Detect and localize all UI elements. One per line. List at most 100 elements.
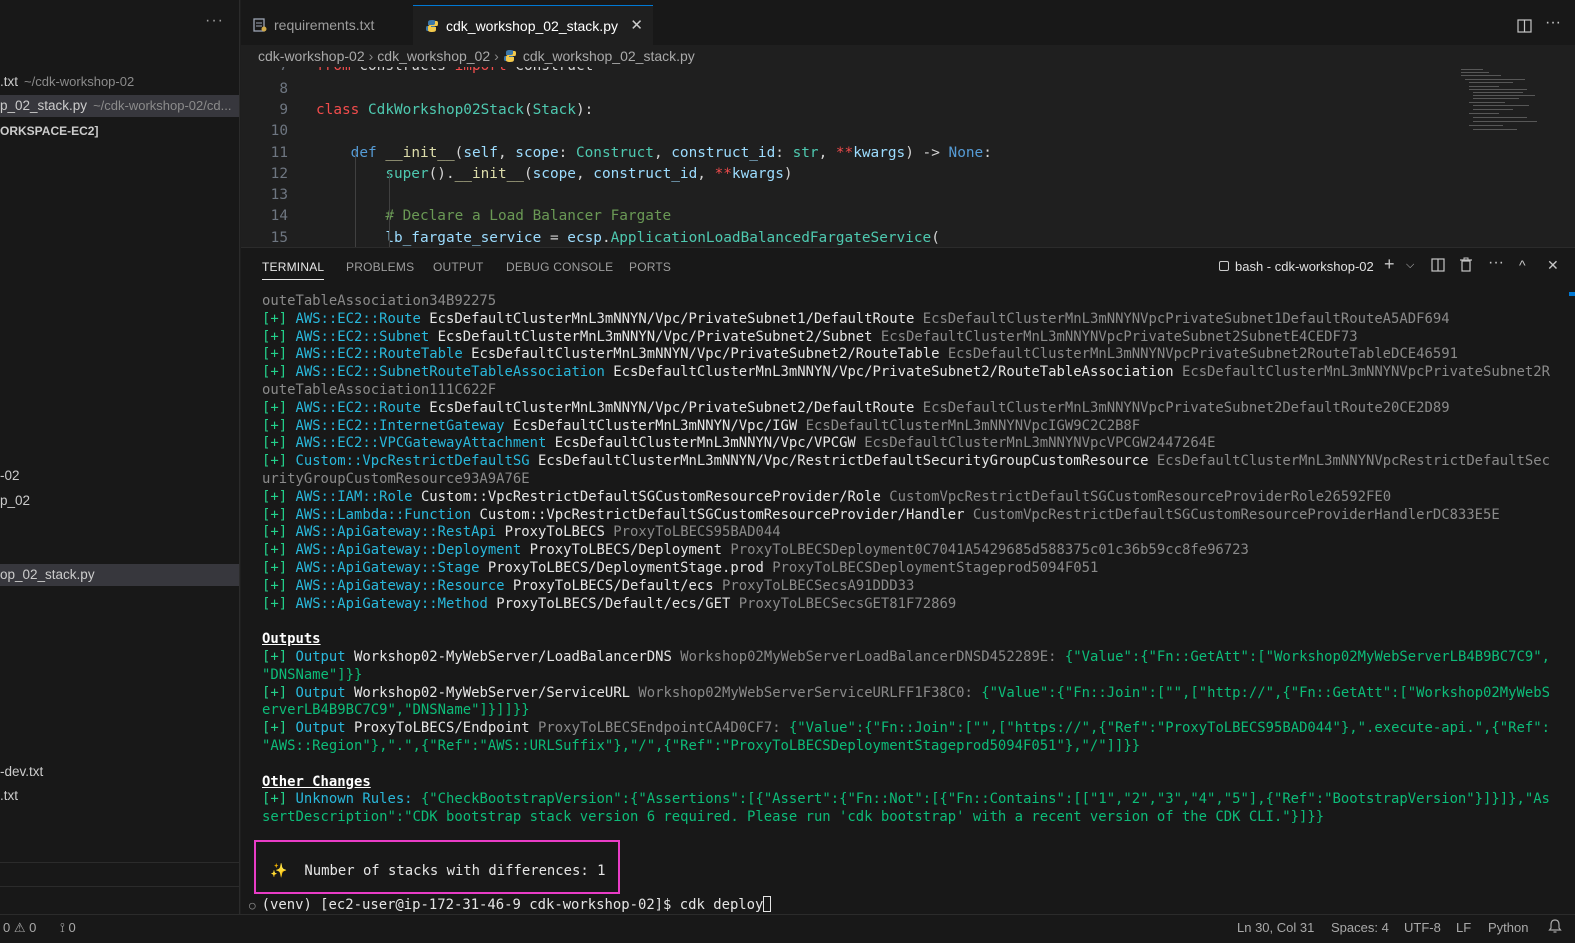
terminal-line: [+] AWS::ApiGateway::RestApi ProxyToLBEC…	[262, 524, 781, 541]
warning-icon: ⚠	[13, 920, 26, 935]
terminal-line: [+] AWS::ApiGateway::Stage ProxyToLBECS/…	[262, 559, 1099, 576]
file-item[interactable]: .txt	[0, 785, 239, 807]
tab-stack-py[interactable]: cdk_workshop_02_stack.py ✕	[413, 5, 653, 45]
more-actions-icon[interactable]: ···	[1488, 254, 1504, 272]
terminal-line: "AWS::Region"},".",{"Ref":"AWS::URLSuffi…	[262, 737, 1141, 754]
breadcrumb: cdk-workshop-02 › cdk_workshop_02 › cdk_work…	[241, 45, 1575, 67]
sidebar-more-actions[interactable]: ···	[205, 12, 224, 30]
python-icon	[503, 50, 516, 62]
terminal-scrollbar[interactable]	[1569, 292, 1575, 296]
file-label: .txt	[0, 74, 19, 89]
terminal-line: outeTableAssociation34B92275	[262, 293, 497, 309]
split-editor-icon[interactable]	[1517, 19, 1532, 33]
outputs-heading: Outputs	[262, 631, 321, 648]
terminal-icon	[1219, 261, 1229, 271]
sidebar-divider	[0, 886, 239, 887]
line-number: 12	[270, 166, 288, 182]
terminal-selector[interactable]: bash - cdk-workshop-02	[1219, 259, 1374, 274]
trash-icon[interactable]	[1459, 257, 1473, 272]
file-path: ~/cdk-workshop-02/cd...	[93, 98, 232, 113]
tab-debug-console[interactable]: DEBUG CONSOLE	[506, 260, 613, 274]
terminal-cursor	[763, 896, 772, 912]
split-terminal-icon[interactable]	[1431, 258, 1445, 272]
terminal-output[interactable]: outeTableAssociation34B92275 [+] AWS::EC…	[262, 293, 1562, 880]
indent-guide	[355, 151, 356, 247]
folder-label: p_02	[0, 493, 31, 508]
tab-ports[interactable]: PORTS	[629, 260, 671, 274]
ports-status[interactable]: ⟟ 0	[60, 916, 76, 940]
terminal-line: [+] AWS::EC2::SubnetRouteTableAssociatio…	[262, 364, 1550, 381]
folder-item[interactable]: -02	[0, 465, 239, 487]
close-tab-icon[interactable]: ✕	[630, 6, 643, 46]
terminal-line: [+] AWS::ApiGateway::Method ProxyToLBECS…	[262, 595, 957, 612]
file-item[interactable]: -dev.txt	[0, 761, 239, 783]
breadcrumb-item[interactable]: cdk-workshop-02	[258, 48, 365, 64]
workspace-label: ORKSPACE-EC2]	[0, 124, 99, 138]
prompt-text: (venv) [ec2-user@ip-172-31-46-9 cdk-work…	[261, 897, 764, 913]
eol-status[interactable]: LF	[1456, 916, 1471, 940]
line-number: 13	[270, 187, 288, 203]
chevron-right-icon: ›	[494, 48, 499, 64]
tab-requirements[interactable]: requirements.txt	[241, 5, 411, 45]
cursor-position[interactable]: Ln 30, Col 31	[1237, 916, 1314, 940]
line-number: 8	[279, 81, 288, 97]
sidebar-divider	[0, 862, 239, 863]
code-line: 8	[241, 79, 1441, 100]
line-number: 15	[270, 230, 288, 246]
code-line: 10	[241, 121, 1441, 142]
minimap[interactable]	[1461, 69, 1541, 133]
close-panel-icon[interactable]: ✕	[1547, 257, 1559, 274]
status-bar: 0 ⚠ 0 ⟟ 0 Ln 30, Col 31 Spaces: 4 UTF-8 …	[0, 914, 1575, 943]
language-mode[interactable]: Python	[1488, 916, 1528, 940]
terminal-line: [+] Output Workshop02-MyWebServer/LoadBa…	[262, 648, 1550, 665]
line-number: 11	[270, 145, 288, 161]
tab-terminal[interactable]: TERMINAL	[262, 260, 325, 280]
maximize-panel-icon[interactable]: ^	[1519, 257, 1526, 273]
terminal-line: [+] AWS::EC2::Subnet EcsDefaultClusterMn…	[262, 328, 1358, 345]
open-editor-item[interactable]: .txt ~/cdk-workshop-02	[0, 71, 239, 93]
file-label: -dev.txt	[0, 764, 44, 779]
tab-problems[interactable]: PROBLEMS	[346, 260, 414, 274]
line-number: 9	[279, 102, 288, 118]
editor-tab-bar: requirements.txt cdk_workshop_02_stack.p…	[241, 5, 1575, 45]
more-actions-icon[interactable]: ···	[1545, 14, 1561, 32]
tab-label: requirements.txt	[274, 17, 375, 33]
open-editor-item-active[interactable]: p_02_stack.py ~/cdk-workshop-02/cd...	[0, 95, 239, 117]
folder-item[interactable]: p_02	[0, 490, 239, 512]
problems-status[interactable]: 0 ⚠ 0	[3, 916, 36, 940]
terminal-line: [+] Unknown Rules: {"CheckBootstrapVersi…	[262, 791, 1550, 808]
chevron-right-icon: ›	[368, 48, 374, 64]
breadcrumb-item[interactable]: cdk_workshop_02_stack.py	[523, 48, 695, 64]
terminal-line: [+] AWS::ApiGateway::Resource ProxyToLBE…	[262, 577, 915, 594]
terminal-line: [+] Output Workshop02-MyWebServer/Servic…	[262, 684, 1550, 701]
python-icon	[426, 20, 438, 32]
folder-label: -02	[0, 468, 20, 483]
terminal-line: [+] Output ProxyToLBECS/Endpoint ProxyTo…	[262, 720, 1550, 737]
chevron-down-icon[interactable]: ⌵	[1406, 259, 1414, 272]
code-comment: # Declare a Load Balancer Fargate	[385, 208, 672, 224]
bell-icon[interactable]	[1548, 919, 1562, 934]
indentation-status[interactable]: Spaces: 4	[1331, 916, 1389, 940]
terminal-line: [+] AWS::EC2::RouteTable EcsDefaultClust…	[262, 346, 1458, 363]
code-line: 15 lb_fargate_service = ecsp.Application…	[241, 228, 1441, 247]
code-line: 14 # Declare a Load Balancer Fargate	[241, 206, 1441, 227]
terminal-line: [+] AWS::IAM::Role Custom::VpcRestrictDe…	[262, 488, 1392, 505]
code-editor[interactable]: 7from constructs import Construct 8 9cla…	[241, 67, 1575, 247]
terminal-prompt[interactable]: ○ (venv) [ec2-user@ip-172-31-46-9 cdk-wor…	[249, 896, 772, 913]
encoding-status[interactable]: UTF-8	[1404, 916, 1441, 940]
workspace-section-header[interactable]: ORKSPACE-EC2]	[0, 120, 239, 142]
line-number: 10	[270, 123, 288, 139]
terminal-line: [+] AWS::EC2::Route EcsDefaultClusterMnL…	[262, 310, 1450, 327]
terminal-line: [+] Custom::VpcRestrictDefaultSG EcsDefa…	[262, 453, 1550, 470]
breadcrumb-item[interactable]: cdk_workshop_02	[377, 48, 490, 64]
other-changes-heading: Other Changes	[262, 773, 371, 790]
new-terminal-icon[interactable]: +	[1384, 254, 1395, 275]
terminal-line: urityGroupCustomResource93A9A76E	[262, 470, 530, 487]
terminal-line: Outputs	[262, 631, 1562, 649]
code-line: 9 class CdkWorkshop02Stack(Stack):	[241, 100, 1441, 121]
file-item-selected[interactable]: op_02_stack.py	[0, 564, 239, 586]
code-line: 13	[241, 185, 1441, 206]
tab-output[interactable]: OUTPUT	[433, 260, 484, 274]
